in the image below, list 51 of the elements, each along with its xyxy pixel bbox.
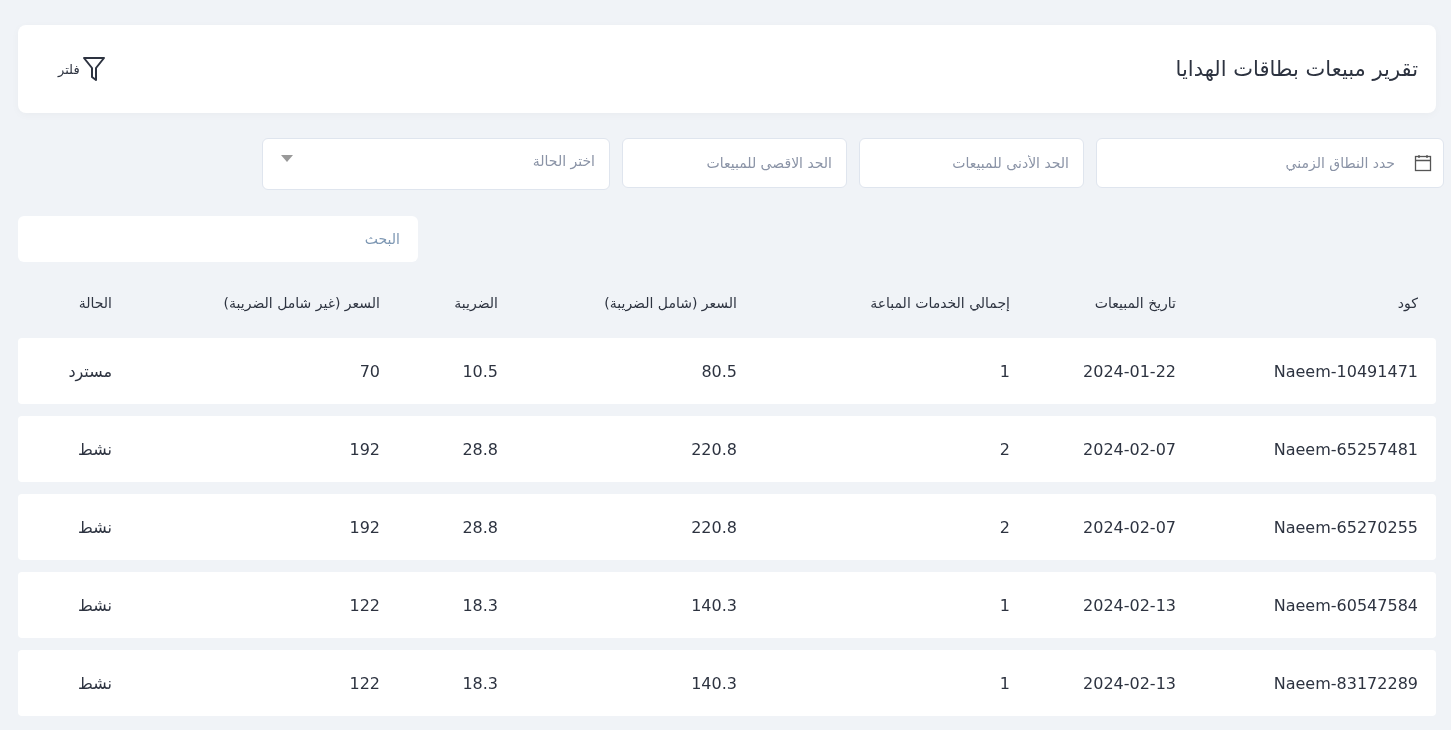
caret-icon	[281, 155, 293, 162]
table-cell-text: 18.3	[461, 673, 498, 693]
table-cell-text: Naeem-65257481	[1272, 439, 1418, 459]
calendar-icon	[1414, 154, 1432, 172]
table-cell-text: 80.5	[700, 361, 737, 381]
table-cell-text: 220.8	[690, 439, 737, 459]
table-cell-text: 2024-02-07	[1082, 439, 1176, 459]
table-cell-text: 70	[358, 361, 380, 381]
table-cell-text: Naeem-83172289	[1272, 673, 1418, 693]
column-header: كود	[1396, 295, 1418, 311]
table-cell-text: 18.3	[461, 595, 498, 615]
table-cell-text: نشط	[77, 673, 112, 693]
column-header: تاريخ المبيعات	[1093, 295, 1176, 311]
table-cell-text: 140.3	[690, 673, 737, 693]
table-cell-text: Naeem-10491471	[1272, 361, 1418, 381]
table-cell-text: 2024-02-13	[1082, 673, 1176, 693]
table-cell-text: 140.3	[690, 595, 737, 615]
table-cell-text: 2024-01-22	[1082, 361, 1176, 381]
column-header: السعر (غير شامل الضريبة)	[222, 295, 380, 311]
filter-icon	[81, 56, 106, 82]
table-cell-text: نشط	[77, 517, 112, 537]
date-range-field[interactable]: حدد النطاق الزمني	[1096, 138, 1444, 188]
search-field[interactable]: البحث	[18, 216, 418, 262]
table-cell-text: 2024-02-13	[1082, 595, 1176, 615]
table-cell-text: Naeem-60547584	[1272, 595, 1418, 615]
table-cell-text: 2	[998, 439, 1010, 459]
filter-button[interactable]: فلتر	[58, 56, 106, 82]
min-sales-field[interactable]: الحد الأدنى للمبيعات	[859, 138, 1084, 188]
column-header: الحالة	[77, 295, 112, 311]
max-sales-field[interactable]: الحد الاقصى للمبيعات	[622, 138, 847, 188]
table-cell-text: نشط	[77, 439, 112, 459]
column-header: الضريبة	[453, 295, 498, 311]
table-cell-text: 28.8	[461, 517, 498, 537]
table-cell-text: 28.8	[461, 439, 498, 459]
table-cell-text: 122	[348, 595, 380, 615]
table-cell-text: 220.8	[690, 517, 737, 537]
table-cell-text: 192	[348, 517, 380, 537]
table-cell-text: 1	[998, 673, 1010, 693]
table-cell-text: 10.5	[461, 361, 498, 381]
table-cell-text: 2	[998, 517, 1010, 537]
table-cell-text: 1	[998, 361, 1010, 381]
table-cell-text: مسترد	[67, 361, 112, 381]
table-cell-text: نشط	[77, 595, 112, 615]
table-cell-text: 122	[348, 673, 380, 693]
column-header: إجمالي الخدمات المباعة	[869, 295, 1010, 311]
column-header: السعر (شامل الضريبة)	[603, 295, 737, 311]
page-title: تقرير مبيعات بطاقات الهدايا	[1175, 57, 1418, 81]
table-cell-text: 2024-02-07	[1082, 517, 1176, 537]
table-cell-text: 1	[998, 595, 1010, 615]
table-cell-text: 192	[348, 439, 380, 459]
table-cell-text: Naeem-65270255	[1272, 517, 1418, 537]
